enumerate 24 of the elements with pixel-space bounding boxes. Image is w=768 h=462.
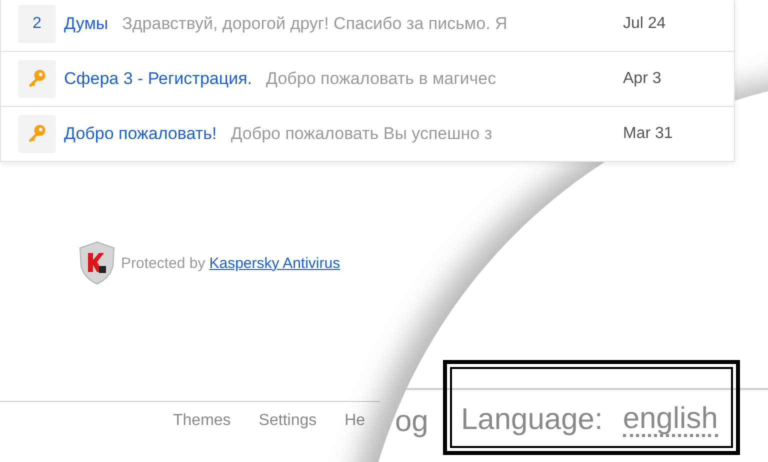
footer-link[interactable]: He — [344, 412, 366, 430]
message-row[interactable]: Сфера 3 - Регистрация. Добро пожаловать в магичес Apr 3 — [1, 51, 734, 106]
sender-name: Думы — [64, 14, 108, 34]
message-row[interactable]: 2 Думы Здравствуй, дорогой друг! Спасибо за письмо. Я Jul 24 — [1, 0, 734, 51]
message-snippet: Здравствуй, дорогой друг! Спасибо за письмо. Я — [122, 14, 508, 33]
language-link[interactable]: english — [622, 404, 718, 437]
key-icon — [26, 123, 48, 145]
footer-link[interactable]: Settings — [258, 412, 317, 430]
message-snippet: Добро пожаловать Вы успешно з — [230, 124, 492, 143]
count-badge: 2 — [18, 5, 56, 43]
message-date: Apr 3 — [623, 70, 662, 88]
sender-name: Сфера 3 - Регистрация. — [64, 69, 252, 89]
sender-name: Добро пожаловать! — [64, 124, 217, 144]
protection-text: Protected by — [121, 254, 206, 272]
key-icon — [26, 68, 48, 90]
footer-link[interactable]: Themes — [173, 412, 231, 430]
message-date: Mar 31 — [623, 125, 674, 143]
message-row[interactable]: Добро пожаловать! Добро пожаловать Вы успешно з Mar 31 — [1, 106, 734, 161]
shield-logo-icon — [77, 240, 117, 286]
antivirus-link[interactable]: Kaspersky Antivirus — [209, 254, 340, 272]
language-label: Language: — [461, 403, 603, 437]
message-snippet: Добро пожаловать в магичес — [266, 69, 496, 88]
magnified-text: og — [395, 405, 428, 439]
message-date: Jul 24 — [623, 15, 667, 33]
